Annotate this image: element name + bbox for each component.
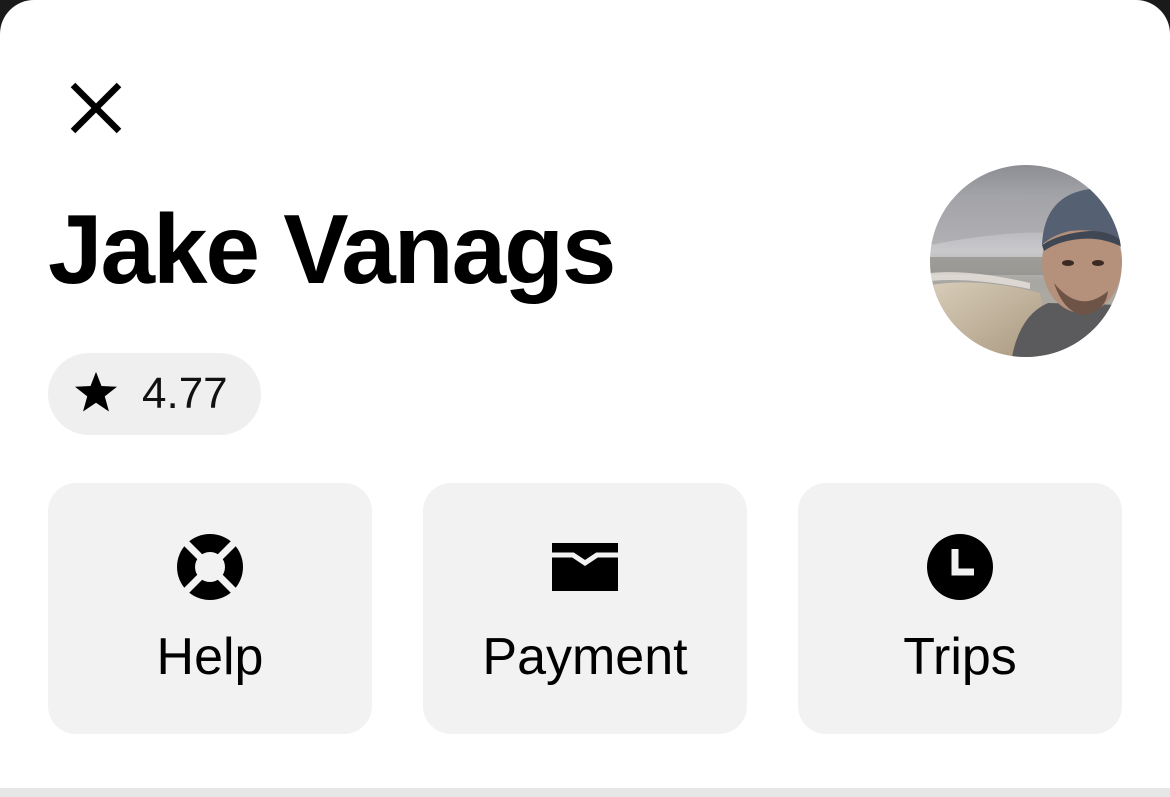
payment-button[interactable]: Payment bbox=[423, 483, 747, 734]
payment-label: Payment bbox=[482, 628, 688, 686]
help-button[interactable]: Help bbox=[48, 483, 372, 734]
bottom-divider bbox=[0, 788, 1170, 797]
rating-value: 4.77 bbox=[142, 369, 228, 418]
rating-badge: 4.77 bbox=[48, 353, 261, 435]
trips-label: Trips bbox=[903, 628, 1017, 686]
lifebuoy-icon bbox=[174, 531, 246, 603]
user-name: Jake Vanags bbox=[48, 194, 616, 304]
close-button[interactable] bbox=[62, 76, 130, 144]
star-icon bbox=[74, 371, 118, 418]
clock-icon bbox=[924, 531, 996, 603]
close-icon bbox=[69, 81, 123, 140]
help-label: Help bbox=[156, 628, 264, 686]
account-sheet: Jake Vanags 4.77 Help Payment Trips bbox=[0, 0, 1170, 788]
trips-button[interactable]: Trips bbox=[798, 483, 1122, 734]
avatar[interactable] bbox=[930, 165, 1122, 357]
wallet-icon bbox=[549, 531, 621, 603]
